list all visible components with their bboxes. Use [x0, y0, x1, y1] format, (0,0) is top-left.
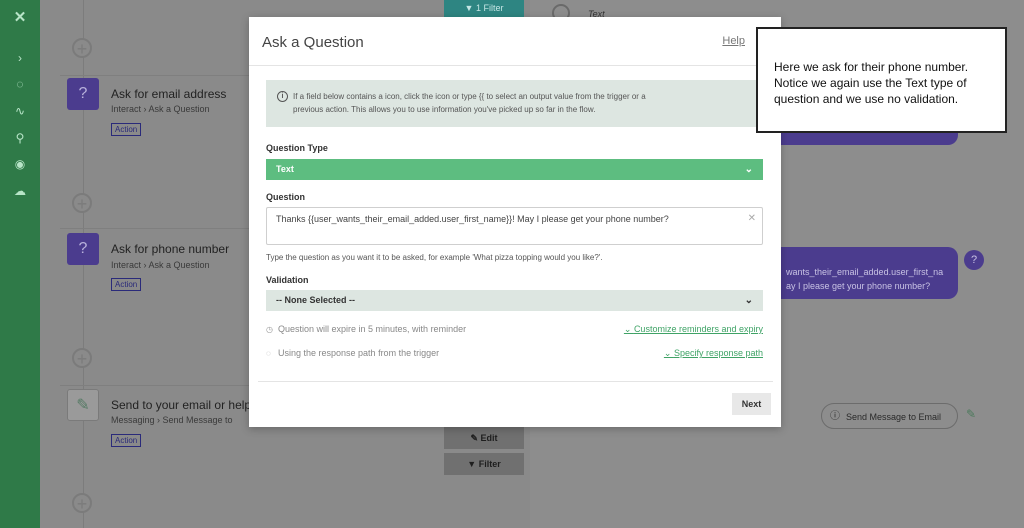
question-value: Thanks {{user_wants_their_email_added.us…: [276, 214, 669, 224]
question-icon: ?: [67, 233, 99, 265]
filter-button[interactable]: ▼ Filter: [444, 453, 524, 475]
logo-icon[interactable]: ✕: [8, 8, 32, 28]
chat-bubble-icon[interactable]: ◌: [12, 76, 28, 92]
filter-count-button[interactable]: ▼ 1 Filter: [444, 0, 524, 17]
step-breadcrumb: Interact › Ask a Question: [111, 260, 210, 270]
validation-label: Validation: [266, 275, 309, 285]
callout-text: Here we ask for their phone number. Noti…: [774, 60, 969, 106]
add-step-button[interactable]: +: [72, 348, 92, 369]
question-label: Question: [266, 192, 306, 202]
clock-icon: ◷: [266, 325, 273, 334]
step-title[interactable]: Ask for email address: [111, 87, 226, 101]
help-link[interactable]: Help: [722, 35, 745, 47]
edit-label: Edit: [480, 433, 498, 443]
info-banner: i If a field below contains a icon, clic…: [266, 80, 764, 127]
chevron-down-icon: ⌄: [744, 295, 753, 306]
message-icon: ✎: [966, 407, 977, 421]
variable-picker-icon[interactable]: ✕: [748, 213, 756, 224]
filter-count-label: 1 Filter: [475, 3, 504, 13]
question-icon: ?: [67, 78, 99, 110]
action-badge: Action: [111, 123, 142, 136]
action-badge: Action: [111, 434, 142, 447]
question-type-label: Question Type: [266, 143, 328, 153]
divider: [258, 381, 773, 382]
send-message-label: Send Message to Email: [846, 412, 942, 422]
question-type-value: Text: [276, 164, 294, 174]
chevron-right-circle-icon[interactable]: ›: [12, 50, 28, 66]
next-button[interactable]: Next: [732, 393, 771, 415]
info-icon: i: [277, 91, 288, 102]
customize-reminders-link[interactable]: ⌄ Customize reminders and expiry: [624, 324, 763, 335]
add-step-button[interactable]: +: [72, 193, 92, 214]
search-icon[interactable]: ⚲: [12, 130, 28, 146]
action-badge: Action: [111, 278, 142, 291]
specify-link-label: Specify response path: [673, 348, 763, 358]
response-path-text: Using the response path from the trigger: [278, 348, 440, 358]
annotation-callout: Here we ask for their phone number. Noti…: [756, 27, 1007, 133]
step-title[interactable]: Ask for phone number: [111, 242, 229, 256]
filter-label: Filter: [478, 459, 501, 469]
step-title[interactable]: Send to your email or help: [111, 398, 251, 412]
customize-link-label: Customize reminders and expiry: [633, 324, 763, 334]
message-icon: ✎: [67, 389, 99, 421]
activity-icon[interactable]: ∿: [12, 103, 28, 119]
info-line: If a field below contains a icon, click …: [293, 92, 646, 101]
question-avatar-icon: ?: [964, 250, 984, 270]
info-line: previous action. This allows you to use …: [293, 105, 596, 114]
step-breadcrumb: Messaging › Send Message to: [111, 415, 233, 425]
question-input[interactable]: Thanks {{user_wants_their_email_added.us…: [266, 207, 763, 245]
validation-select[interactable]: -- None Selected -- ⌄: [266, 290, 763, 311]
ask-question-modal: Ask a Question Help i If a field below c…: [249, 17, 781, 427]
add-step-button[interactable]: +: [72, 38, 92, 59]
chevron-down-icon: ⌄: [623, 324, 634, 334]
question-hint: Type the question as you want it to be a…: [266, 253, 603, 262]
info-circle-icon: ⓘ: [830, 411, 840, 422]
chat-bubble-icon: ◌: [266, 349, 271, 358]
expiry-info: ◷ Question will expire in 5 minutes, with…: [266, 324, 466, 334]
response-path-info: ◌ Using the response path from the trigge…: [266, 348, 439, 358]
edit-button[interactable]: ✎ Edit: [444, 427, 524, 449]
chat-line: wants_their_email_added.user_first_na: [786, 267, 944, 277]
divider: [249, 65, 781, 66]
expiry-text: Question will expire in 5 minutes, with …: [278, 324, 467, 334]
modal-title: Ask a Question: [262, 34, 364, 51]
validation-value: -- None Selected --: [276, 295, 356, 305]
chat-line: ay I please get your phone number?: [786, 281, 931, 291]
add-step-button[interactable]: +: [72, 493, 92, 514]
chevron-down-icon: ⌄: [663, 348, 674, 358]
sidebar: ✕ › ◌ ∿ ⚲ ◉ ☁: [0, 0, 40, 528]
step-breadcrumb: Interact › Ask a Question: [111, 104, 210, 114]
cloud-icon[interactable]: ☁: [12, 183, 28, 199]
broadcast-icon[interactable]: ◉: [12, 156, 28, 172]
specify-response-path-link[interactable]: ⌄ Specify response path: [664, 348, 763, 359]
chevron-down-icon: ⌄: [744, 164, 753, 175]
send-message-pill[interactable]: ⓘ Send Message to Email: [821, 403, 958, 429]
question-type-select[interactable]: Text ⌄: [266, 159, 763, 180]
